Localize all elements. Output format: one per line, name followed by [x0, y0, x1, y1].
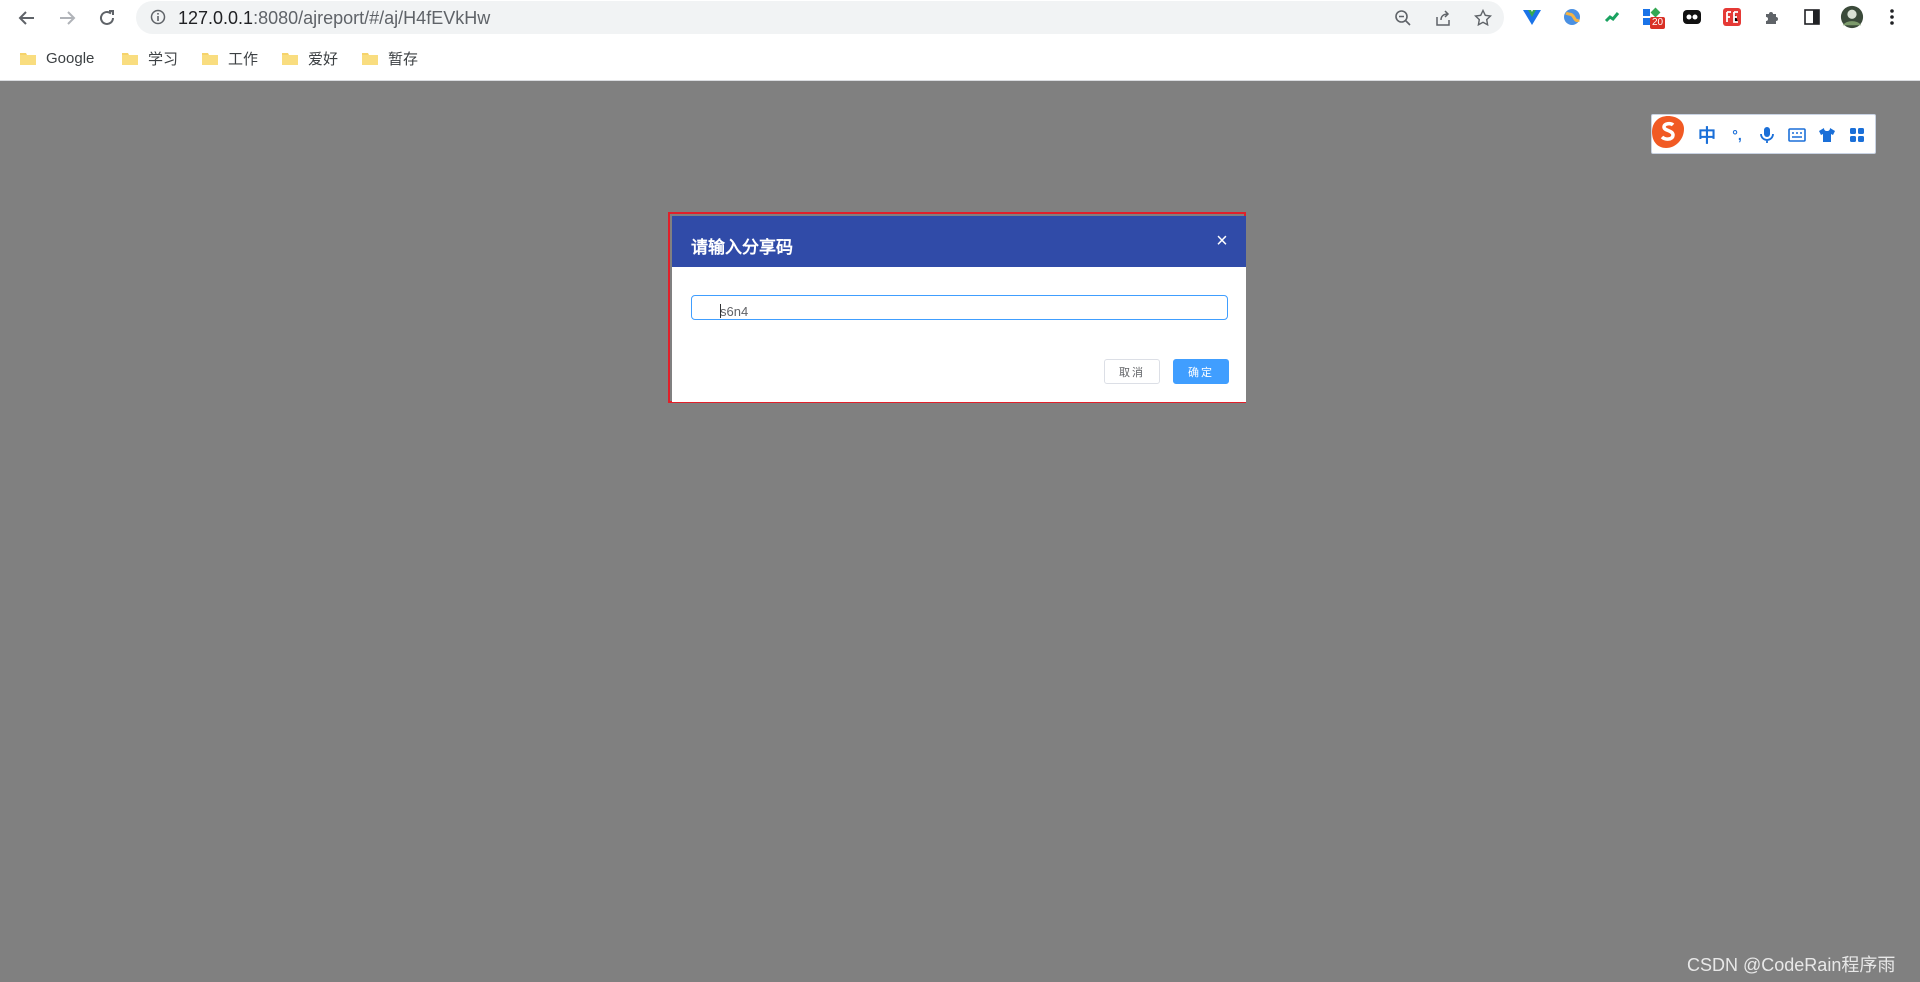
sogou-logo-icon[interactable] — [1648, 112, 1688, 152]
bookmark-temp[interactable]: 暂存 — [362, 47, 418, 69]
text-caret — [720, 304, 721, 318]
site-info-icon[interactable] — [150, 9, 166, 25]
extension-globe-icon[interactable] — [1560, 5, 1584, 29]
url-path: :8080/ajreport/#/aj/H4fEVkHw — [253, 8, 491, 28]
forward-arrow-icon[interactable] — [54, 5, 80, 31]
ime-toolbar: 中 °, — [1651, 114, 1876, 154]
dialog-header: 请输入分享码 × — [672, 216, 1246, 267]
ime-punctuation[interactable]: °, — [1726, 124, 1748, 146]
folder-icon — [20, 51, 36, 65]
bookmark-study[interactable]: 学习 — [122, 47, 178, 69]
zoom-icon[interactable] — [1392, 7, 1414, 29]
folder-icon — [362, 51, 378, 65]
browser-toolbar: 127.0.0.1:8080/ajreport/#/aj/H4fEVkHw 20 — [0, 0, 1920, 35]
confirm-button[interactable]: 确定 — [1173, 359, 1229, 384]
url-host: 127.0.0.1 — [178, 8, 254, 28]
bookmark-hobby[interactable]: 爱好 — [282, 47, 338, 69]
profile-avatar-icon[interactable] — [1840, 5, 1864, 29]
microphone-icon[interactable] — [1756, 124, 1778, 146]
bookmark-label: Google — [46, 49, 95, 67]
share-code-input[interactable]: s6n4 — [691, 295, 1228, 320]
dialog-title: 请输入分享码 — [691, 238, 793, 257]
bookmark-star-icon[interactable] — [1472, 7, 1494, 29]
bookmark-label: 暂存 — [388, 50, 419, 68]
reload-icon[interactable] — [94, 5, 120, 31]
bookmark-label: 爱好 — [308, 50, 339, 68]
share-icon[interactable] — [1432, 7, 1454, 29]
keyboard-icon[interactable] — [1786, 124, 1808, 146]
bookmark-work[interactable]: 工作 — [202, 47, 258, 69]
url-text[interactable]: 127.0.0.1:8080/ajreport/#/aj/H4fEVkHw — [178, 8, 490, 29]
bookmark-label: 学习 — [148, 50, 179, 68]
side-panel-icon[interactable] — [1800, 5, 1824, 29]
folder-icon — [282, 51, 298, 65]
extension-vue-icon[interactable] — [1520, 5, 1544, 29]
skin-shirt-icon[interactable] — [1816, 124, 1838, 146]
extension-mask-icon[interactable] — [1680, 5, 1704, 29]
folder-icon — [202, 51, 218, 65]
watermark-text: CSDN @CodeRain程序雨 — [1687, 955, 1896, 975]
ime-mode[interactable]: 中 — [1696, 124, 1718, 146]
share-code-value: s6n4 — [720, 304, 749, 319]
back-arrow-icon[interactable] — [14, 5, 40, 31]
extension-apps-icon[interactable]: 20 — [1640, 5, 1666, 29]
folder-icon — [122, 51, 138, 65]
bookmark-label: 工作 — [228, 50, 259, 68]
extension-fe-icon[interactable] — [1720, 5, 1744, 29]
address-bar[interactable]: 127.0.0.1:8080/ajreport/#/aj/H4fEVkHw — [136, 1, 1504, 34]
close-icon[interactable]: × — [1212, 230, 1232, 252]
toolbox-grid-icon[interactable] — [1846, 124, 1868, 146]
bookmark-google[interactable]: Google — [20, 47, 94, 69]
bookmarks-bar: Google 学习 工作 爱好 暂存 — [0, 35, 1920, 81]
cancel-button[interactable]: 取消 — [1104, 359, 1160, 384]
share-code-dialog: 请输入分享码 × s6n4 取消 确定 — [672, 216, 1246, 402]
browser-menu-icon[interactable] — [1880, 5, 1904, 29]
extension-badge: 20 — [1650, 17, 1666, 29]
extensions-puzzle-icon[interactable] — [1760, 5, 1784, 29]
extension-chart-icon[interactable] — [1600, 5, 1624, 29]
